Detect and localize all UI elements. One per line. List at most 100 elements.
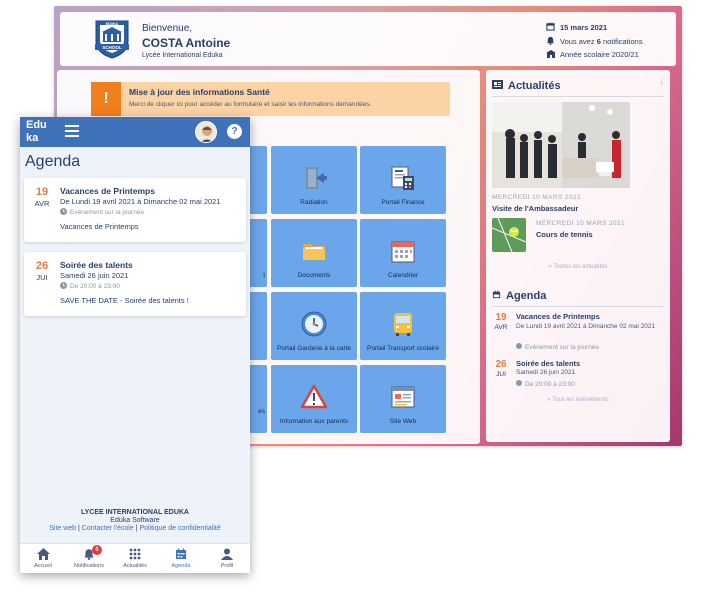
footer-links: Site web | Contacter l'école | Politique…: [20, 525, 250, 532]
nav-label: Agenda: [171, 563, 191, 569]
clock-icon: [516, 343, 522, 351]
tile-radiation[interactable]: Radiation: [271, 146, 357, 214]
tile-documents[interactable]: Documents: [271, 219, 357, 287]
mobile-footer: LYCEE INTERNATIONAL EDUKA Eduka Software…: [20, 503, 250, 543]
news-title[interactable]: Visite de l'Ambassadeur: [492, 204, 578, 213]
health-update-alert[interactable]: ! Mise à jour des informations Santé Mer…: [91, 82, 450, 116]
divider: [492, 306, 664, 307]
tile-partial[interactable]: [249, 292, 267, 360]
mobile-logo[interactable]: Edu ka: [26, 119, 47, 145]
event-dates: Samedi 26 juin 2021: [60, 271, 129, 280]
school-logo[interactable]: SCHOOL EDUKA: [92, 19, 132, 59]
home-icon: [36, 547, 50, 561]
divider: [492, 96, 664, 97]
page-title: Agenda: [25, 153, 81, 170]
clock-icon: [299, 309, 329, 339]
event-title: Soirée des talents: [516, 359, 581, 368]
tile-portail-finance[interactable]: Portail Finance: [360, 146, 446, 214]
calendar-icon: [174, 547, 188, 561]
tile-label: Site Web: [389, 418, 417, 425]
tile-partial[interactable]: t: [249, 219, 267, 287]
header-date-text: 15 mars 2021: [560, 23, 608, 32]
event-day: 19: [495, 312, 507, 323]
event-sub-text: Evénement sur la journée: [70, 209, 145, 216]
event-sub-text: Evénement sur la journée: [525, 343, 600, 351]
news-image-ambassador[interactable]: [492, 102, 630, 188]
tile-partial-label: t: [263, 272, 265, 279]
clock-icon: [60, 208, 67, 217]
nav-profil[interactable]: Profil: [204, 544, 250, 573]
agenda-event[interactable]: 26 JUI Soirée des talents Samedi 26 juin…: [486, 359, 670, 393]
tile-information-parents[interactable]: Information aux parents: [271, 365, 357, 433]
invoice-calculator-icon: [388, 163, 418, 193]
event-dates: Samedi 26 juin 2021: [516, 369, 576, 376]
header-date: 15 mars 2021: [546, 22, 607, 33]
nav-notifications[interactable]: 6 Notifications: [66, 544, 112, 573]
news-heading-text: Actualités: [508, 80, 561, 92]
user-name: COSTA Antoine: [142, 36, 231, 50]
footer-school: LYCEE INTERNATIONAL EDUKA: [81, 509, 189, 516]
tile-partial[interactable]: [249, 146, 267, 214]
stage: SCHOOL EDUKA Bienvenue, COSTA Antoine Ly…: [0, 0, 716, 594]
user-icon: [220, 547, 234, 561]
notifications-prefix: Vous avez: [560, 37, 597, 46]
logo-line: ka: [26, 132, 39, 144]
event-description: SAVE THE DATE - Soirée des talents !: [60, 296, 189, 305]
news-date: MERCREDI 10 MARS 2021: [492, 194, 581, 201]
tile-label: Portail Finance: [381, 199, 425, 206]
event-month: JUI: [36, 273, 48, 282]
tile-partial-label: es: [258, 408, 265, 415]
avatar[interactable]: [195, 121, 217, 143]
event-dates: De Lundi 19 avril 2021 à Dimanche 02 mai…: [60, 197, 221, 206]
event-dates: De Lundi 19 avril 2021 à Dimanche 02 mai…: [516, 323, 656, 330]
event-title: Vacances de Printemps: [516, 312, 600, 321]
help-icon[interactable]: ?: [227, 124, 242, 139]
nav-label: Accueil: [34, 563, 52, 569]
notification-badge: 6: [92, 545, 102, 555]
contact-link[interactable]: Contacter l'école: [82, 525, 134, 532]
arrow-down-icon[interactable]: ↓: [659, 76, 664, 87]
clock-icon: [516, 380, 522, 388]
desktop-header: SCHOOL EDUKA Bienvenue, COSTA Antoine Ly…: [60, 12, 676, 66]
privacy-link[interactable]: Politique de confidentialité: [139, 525, 220, 532]
nav-accueil[interactable]: Accueil: [20, 544, 66, 573]
event-sub-text: De 20:00 à 23:00: [70, 283, 120, 290]
event-sub-text: De 20:00 à 23:00: [525, 380, 575, 388]
tile-label: Portail Transport scolaire: [367, 345, 439, 352]
school-bus-icon: [388, 309, 418, 339]
event-description: Vacances de Printemps: [60, 222, 139, 231]
nav-actualites[interactable]: Actualités: [112, 544, 158, 573]
school-year-text: Année scolaire 2020/21: [560, 50, 639, 59]
header-notifications[interactable]: Vous avez 6 notifications: [546, 36, 643, 47]
agenda-heading-text: Agenda: [506, 290, 547, 302]
footer-company: Eduka Software: [110, 517, 160, 524]
event-card[interactable]: 19 AVR Vacances de Printemps De Lundi 19…: [24, 178, 246, 242]
notifications-suffix: notifications: [600, 37, 643, 46]
nav-label: Actualités: [123, 563, 147, 569]
nav-label: Notifications: [74, 563, 104, 569]
event-card[interactable]: 26 JUI Soirée des talents Samedi 26 juin…: [24, 252, 246, 316]
nav-label: Profil: [220, 563, 234, 569]
event-day: 26: [35, 260, 49, 272]
tile-portail-transport[interactable]: Portail Transport scolaire: [360, 292, 446, 360]
news-heading: Actualités: [492, 80, 561, 92]
event-sub: De 20:00 à 23:00: [60, 282, 120, 291]
site-web-link[interactable]: Site web: [49, 525, 76, 532]
all-events-link[interactable]: « Tous les événements: [486, 397, 670, 403]
tile-partial[interactable]: es: [249, 365, 267, 433]
logo-line: Edu: [26, 119, 47, 131]
event-month: AVR: [494, 324, 508, 331]
news-title[interactable]: Cours de tennis: [536, 230, 593, 239]
tile-calendrier[interactable]: Calendrier: [360, 219, 446, 287]
tile-portail-garderie[interactable]: Portail Garderie à la carte: [271, 292, 357, 360]
agenda-event[interactable]: 19 AVR Vacances de Printemps De Lundi 19…: [486, 312, 670, 354]
event-month: JUI: [496, 371, 506, 378]
tile-label: Calendrier: [388, 272, 418, 279]
nav-agenda[interactable]: Agenda: [158, 544, 204, 573]
hamburger-menu-icon[interactable]: [65, 125, 79, 140]
calendar-icon: [388, 236, 418, 266]
news-image-tennis[interactable]: [492, 218, 526, 252]
event-sub: Evénement sur la journée: [516, 343, 599, 351]
tile-site-web[interactable]: Site Web: [360, 365, 446, 433]
all-news-link[interactable]: « Toutes les actualités: [486, 264, 670, 270]
